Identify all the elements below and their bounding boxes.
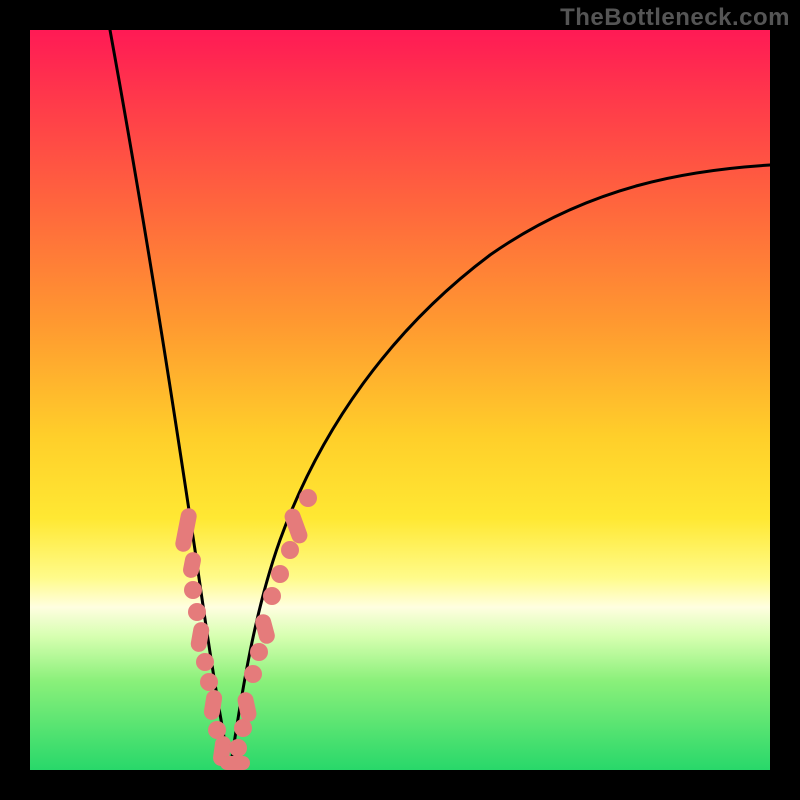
- valley-marker: [220, 756, 250, 770]
- plot-area: [30, 30, 770, 770]
- left-marker-cluster: [174, 507, 232, 767]
- right-marker-cluster: [229, 489, 317, 757]
- curve-layer: [30, 30, 770, 770]
- watermark-text: TheBottleneck.com: [560, 4, 790, 32]
- right-branch-curve: [230, 165, 770, 770]
- outer-frame: TheBottleneck.com: [0, 0, 800, 800]
